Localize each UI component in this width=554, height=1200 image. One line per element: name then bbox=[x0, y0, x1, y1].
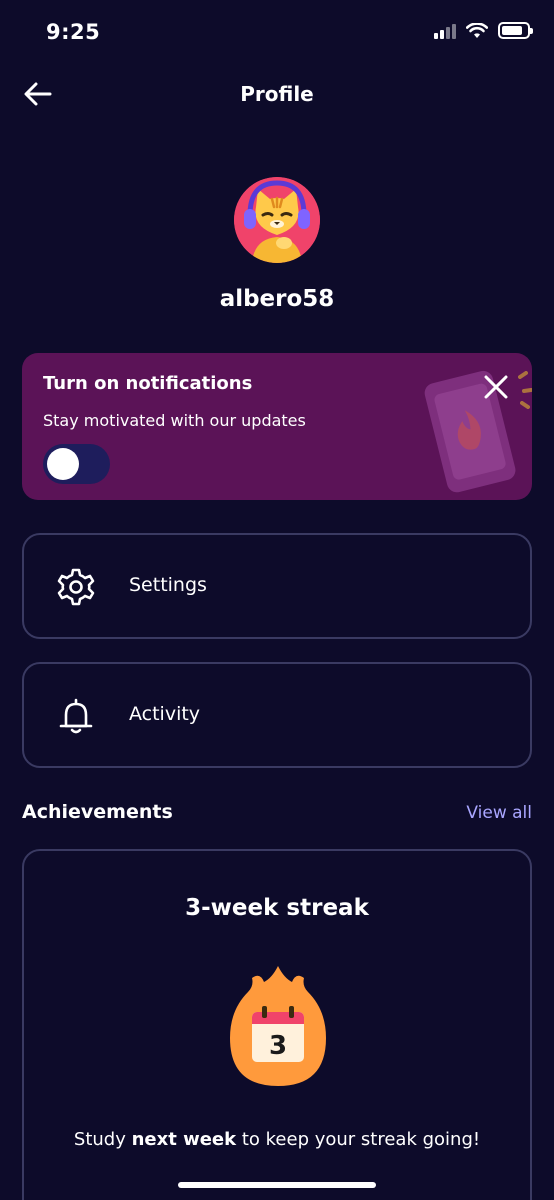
battery-icon bbox=[498, 22, 533, 39]
status-icons bbox=[434, 22, 533, 39]
status-time: 9:25 bbox=[46, 20, 101, 44]
signal-icon bbox=[434, 23, 456, 39]
view-all-link[interactable]: View all bbox=[466, 803, 532, 823]
page-title: Profile bbox=[240, 82, 314, 106]
bell-icon bbox=[59, 698, 93, 734]
wifi-icon bbox=[466, 22, 488, 38]
achievements-title: Achievements bbox=[22, 801, 173, 823]
username: albero58 bbox=[219, 286, 335, 312]
achievement-card[interactable]: 3-week streak 3 Study next week to keep … bbox=[22, 849, 532, 1200]
close-icon bbox=[484, 375, 508, 399]
phone-flame-illustration bbox=[424, 370, 532, 493]
notification-subtitle: Stay motivated with our updates bbox=[43, 411, 306, 430]
flame-calendar-icon: 3 bbox=[230, 966, 326, 1086]
profile-screen: 9:25 Profile albero58 Turn on notificati… bbox=[0, 0, 554, 1200]
desc-prefix: Study bbox=[73, 1129, 132, 1150]
activity-label: Activity bbox=[129, 703, 201, 725]
cat-avatar-illustration bbox=[234, 177, 320, 263]
notifications-toggle[interactable] bbox=[43, 444, 110, 484]
toggle-knob bbox=[47, 448, 79, 480]
status-bar: 9:25 bbox=[0, 0, 554, 66]
settings-label: Settings bbox=[129, 574, 207, 596]
activity-row[interactable]: Activity bbox=[22, 662, 532, 768]
gear-icon bbox=[57, 568, 95, 606]
notification-title: Turn on notifications bbox=[43, 373, 253, 394]
badge-number: 3 bbox=[269, 1031, 287, 1061]
desc-suffix: to keep your streak going! bbox=[236, 1129, 481, 1150]
desc-bold: next week bbox=[131, 1129, 237, 1150]
avatar[interactable] bbox=[234, 177, 320, 263]
settings-row[interactable]: Settings bbox=[22, 533, 532, 639]
achievement-title: 3-week streak bbox=[185, 895, 369, 921]
close-notification-button[interactable] bbox=[482, 373, 510, 401]
notification-card: Turn on notifications Stay motivated wit… bbox=[22, 353, 532, 500]
achievement-description: Study next week to keep your streak goin… bbox=[24, 1129, 530, 1150]
home-indicator[interactable] bbox=[178, 1182, 376, 1188]
